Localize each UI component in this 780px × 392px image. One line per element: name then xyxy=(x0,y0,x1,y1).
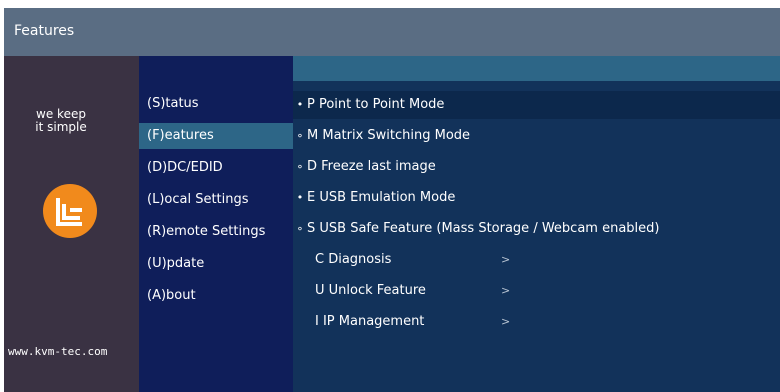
feature-label: P Point to Point Mode xyxy=(307,97,445,112)
feature-matrix-switching[interactable]: ∘ M Matrix Switching Mode xyxy=(293,122,780,150)
feature-bullet-empty-icon: ∘ xyxy=(296,222,304,235)
feature-freeze-last-image[interactable]: ∘ D Freeze last image xyxy=(293,153,780,181)
feature-label: M Matrix Switching Mode xyxy=(307,128,471,143)
menu-item-local-settings[interactable]: (L)ocal Settings xyxy=(139,187,293,213)
features-panel-header xyxy=(293,56,780,81)
menu-item-ddc-edid[interactable]: (D)DC/EDID xyxy=(139,155,293,181)
feature-usb-emulation[interactable]: • E USB Emulation Mode xyxy=(293,184,780,212)
feature-bullet-filled-icon: • xyxy=(296,98,304,111)
features-panel: • P Point to Point Mode ∘ M Matrix Switc… xyxy=(293,56,780,392)
feature-bullet-filled-icon: • xyxy=(296,191,304,204)
branding-panel: we keep it simple www.kvm-tec.com xyxy=(4,56,139,392)
kvm-osd-screen: Features we keep it simple www.kvm-tec.c… xyxy=(4,8,780,392)
feature-label: U Unlock Feature xyxy=(315,283,426,298)
feature-unlock[interactable]: U Unlock Feature > xyxy=(293,277,780,305)
feature-diagnosis[interactable]: C Diagnosis > xyxy=(293,246,780,274)
tagline-line-2: it simple xyxy=(35,120,87,134)
feature-label: I IP Management xyxy=(315,314,425,329)
feature-label: C Diagnosis xyxy=(315,252,392,267)
feature-bullet-empty-icon: ∘ xyxy=(296,129,304,142)
chevron-right-icon: > xyxy=(501,315,511,328)
chevron-right-icon: > xyxy=(501,253,511,266)
features-list: • P Point to Point Mode ∘ M Matrix Switc… xyxy=(293,81,780,392)
menu-item-about[interactable]: (A)bout xyxy=(139,283,293,309)
feature-point-to-point[interactable]: • P Point to Point Mode xyxy=(293,91,780,119)
tagline: we keep it simple xyxy=(26,108,96,134)
chevron-right-icon: > xyxy=(501,284,511,297)
title-bar: Features xyxy=(4,8,780,56)
feature-label: S USB Safe Feature (Mass Storage / Webca… xyxy=(307,221,660,236)
kvm-tec-logo-icon xyxy=(43,184,97,238)
feature-bullet-empty-icon: ∘ xyxy=(296,160,304,173)
menu-item-remote-settings[interactable]: (R)emote Settings xyxy=(139,219,293,245)
window-title: Features xyxy=(14,23,75,39)
menu-item-update[interactable]: (U)pdate xyxy=(139,251,293,277)
main-menu: (S)tatus (F)eatures (D)DC/EDID (L)ocal S… xyxy=(139,56,293,392)
menu-item-features[interactable]: (F)eatures xyxy=(139,123,293,149)
feature-label: D Freeze last image xyxy=(307,159,436,174)
menu-item-status[interactable]: (S)tatus xyxy=(139,91,293,117)
website-url: www.kvm-tec.com xyxy=(8,345,108,358)
feature-label: E USB Emulation Mode xyxy=(307,190,456,205)
feature-ip-management[interactable]: I IP Management > xyxy=(293,308,780,336)
feature-usb-safe[interactable]: ∘ S USB Safe Feature (Mass Storage / Web… xyxy=(293,215,780,243)
